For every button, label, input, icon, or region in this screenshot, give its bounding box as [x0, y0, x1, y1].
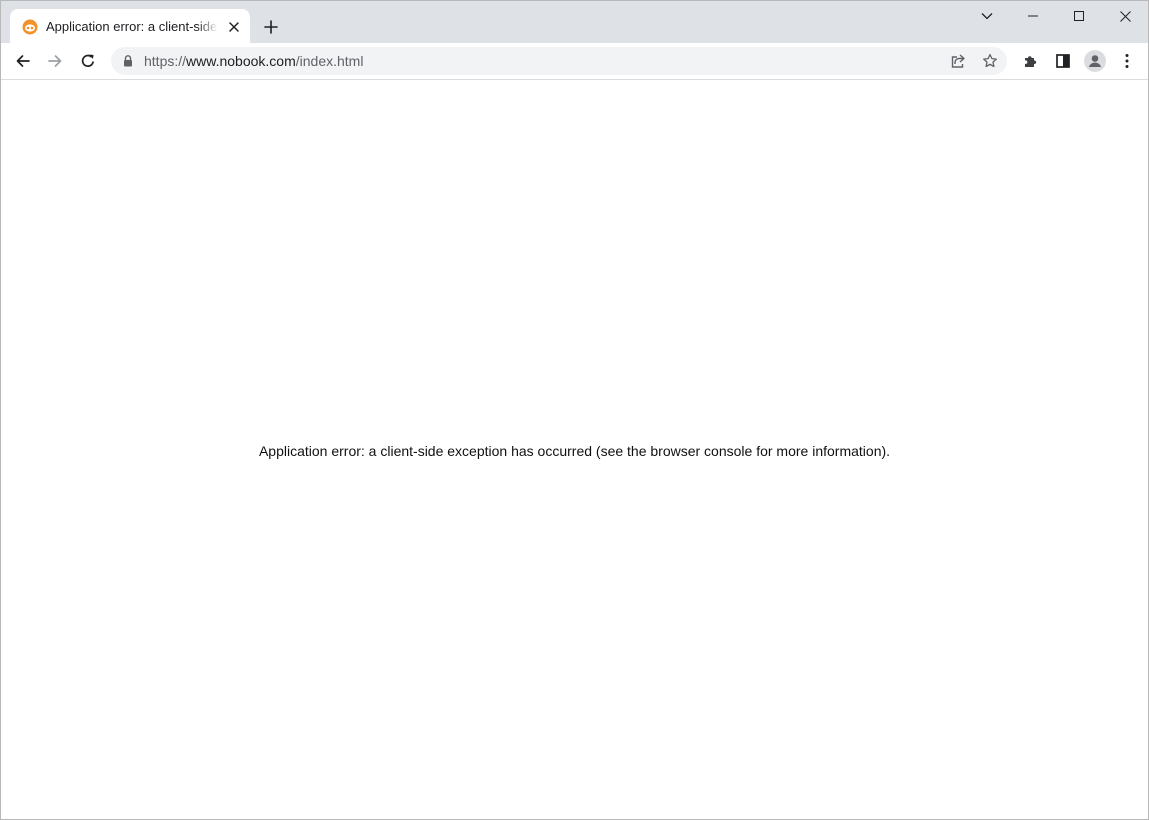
minimize-icon [1028, 15, 1038, 17]
menu-button[interactable] [1113, 47, 1141, 75]
maximize-icon [1074, 11, 1084, 21]
profile-button[interactable] [1081, 47, 1109, 75]
maximize-button[interactable] [1056, 1, 1102, 31]
nobook-logo-icon [22, 19, 38, 35]
url-host: www.nobook.com [186, 53, 296, 69]
close-icon [1119, 10, 1131, 22]
tab-search-button[interactable] [964, 1, 1010, 31]
url-path: /index.html [295, 53, 364, 69]
chevron-down-icon [981, 12, 993, 20]
page-content: Application error: a client-side excepti… [1, 80, 1148, 819]
error-message: Application error: a client-side excepti… [258, 443, 891, 459]
lock-icon[interactable] [121, 54, 135, 68]
side-panel-button[interactable] [1049, 47, 1077, 75]
close-tab-icon[interactable] [225, 18, 243, 36]
plus-icon [264, 20, 278, 34]
new-tab-button[interactable] [259, 15, 283, 39]
tab-active[interactable]: Application error: a client-side excepti… [10, 9, 250, 43]
reload-button[interactable] [74, 47, 102, 75]
url-scheme: https:// [144, 53, 187, 69]
close-window-button[interactable] [1102, 1, 1148, 31]
tab-title: Application error: a client-side excepti… [46, 19, 218, 34]
address-bar[interactable]: https://www.nobook.com/index.html [111, 47, 1007, 75]
extensions-button[interactable] [1017, 47, 1045, 75]
reload-icon [80, 53, 96, 69]
avatar-icon [1084, 50, 1106, 72]
side-panel-icon [1055, 53, 1071, 69]
share-icon[interactable] [948, 51, 968, 71]
tab-strip: Application error: a client-side excepti… [1, 1, 1148, 43]
puzzle-icon [1023, 53, 1039, 69]
arrow-right-icon [47, 53, 63, 69]
browser-toolbar: https://www.nobook.com/index.html [1, 43, 1148, 80]
forward-button[interactable] [41, 47, 69, 75]
arrow-left-icon [15, 53, 31, 69]
minimize-button[interactable] [1010, 1, 1056, 31]
star-icon[interactable] [980, 51, 1000, 71]
browser-window: Application error: a client-side excepti… [0, 0, 1149, 820]
back-button[interactable] [9, 47, 37, 75]
kebab-menu-icon [1125, 53, 1129, 69]
url-text[interactable]: https://www.nobook.com/index.html [144, 53, 363, 69]
